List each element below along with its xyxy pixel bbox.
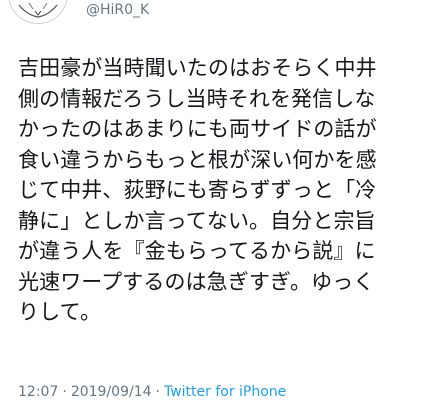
tweet-text: 吉田豪が当時聞いたのはおそらく中井 側の情報だろうし当時それを発信しな かったの… [18, 53, 418, 328]
tweet-text-line: 静に」としか言ってない。自分と宗旨 [18, 208, 376, 233]
avatar-illustration [9, 0, 67, 23]
tweet-text-line: が違う人を『金もらってるから説』に [18, 239, 376, 263]
meta-separator: · [62, 384, 67, 400]
tweet-text-line: 食い違うからもっと根が深い何かを感 [18, 147, 377, 172]
avatar[interactable] [8, 0, 68, 24]
author-handle[interactable]: @HiR0_K [86, 2, 149, 18]
tweet-detail: @HiR0_K 吉田豪が当時聞いたのはおそらく中井 側の情報だろうし当時それを発… [0, 0, 428, 400]
tweet-text-line: かったのはあまりにも両サイドの話が [18, 117, 377, 141]
tweet-source-link[interactable]: Twitter for iPhone [164, 384, 286, 400]
meta-separator: · [155, 384, 160, 400]
tweet-metadata: 12:07 · 2019/09/14 · Twitter for iPhone [18, 383, 286, 400]
tweet-text-line: 吉田豪が当時聞いたのはおそらく中井 [18, 56, 377, 80]
tweet-time[interactable]: 12:07 [18, 384, 58, 400]
tweet-text-line: 光速ワープするのは急ぎすぎ。ゆっく [18, 269, 375, 294]
tweet-text-line: 側の情報だろうし当時それを発信しな [18, 86, 376, 111]
tweet-date[interactable]: 2019/09/14 [71, 384, 152, 400]
tweet-text-line: じて中井、荻野にも寄らずずっと「冷 [18, 178, 377, 202]
tweet-text-line: りして。 [18, 300, 102, 324]
